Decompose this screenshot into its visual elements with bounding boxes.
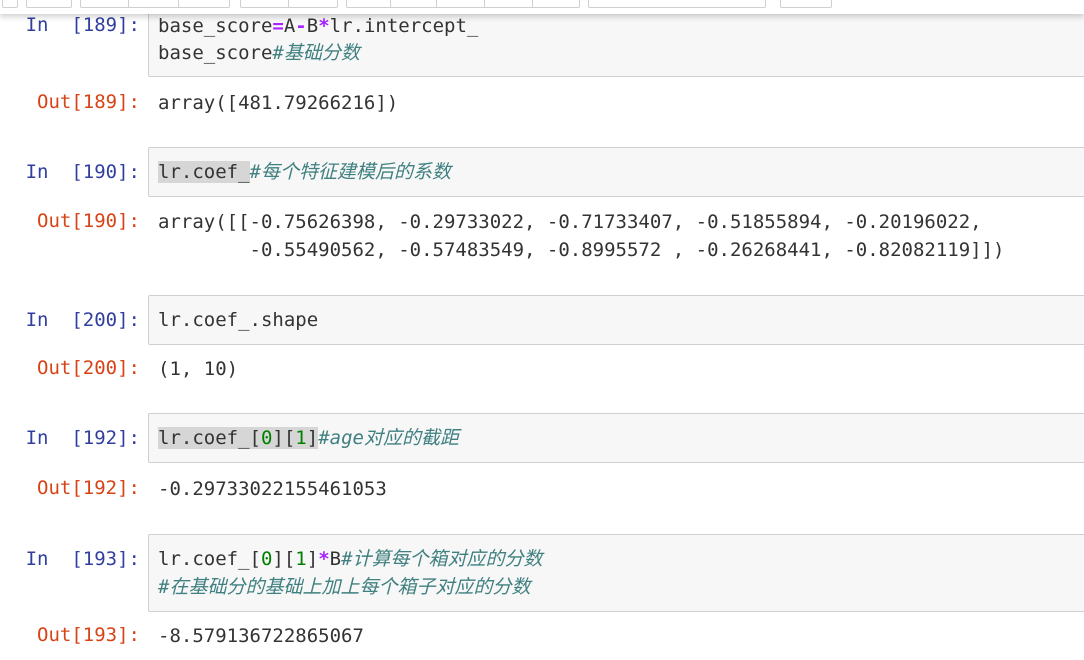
code-line: lr.coef_[0][1]#age对应的截距 xyxy=(158,427,459,449)
toolbar-button[interactable] xyxy=(128,0,180,8)
toolbar-button[interactable] xyxy=(484,0,534,8)
input-prompt: In [190]: xyxy=(25,161,140,183)
output-prompt: Out[193]: xyxy=(37,624,140,646)
toolbar-button[interactable] xyxy=(780,0,832,8)
cell-output: -0.29733022155461053 xyxy=(158,478,387,500)
cell-output: -0.55490562, -0.57483549, -0.8995572 , -… xyxy=(158,239,1005,261)
toolbar-button[interactable] xyxy=(2,0,18,8)
input-prompt: In [200]: xyxy=(25,309,140,331)
code-line: base_score=A-B*lr.intercept_ xyxy=(158,15,479,37)
code-input-area[interactable]: lr.coef_.shape xyxy=(148,295,1084,345)
code-input-area[interactable]: lr.coef_[0][1]*B#计算每个箱对应的分数 #在基础分的基础上加上每… xyxy=(148,534,1084,612)
input-prompt: In [189]: xyxy=(25,14,140,36)
toolbar-button[interactable] xyxy=(240,0,290,8)
code-line: lr.coef_.shape xyxy=(158,309,319,331)
toolbar-button[interactable] xyxy=(26,0,72,8)
output-prompt: Out[200]: xyxy=(37,357,140,379)
notebook-toolbar xyxy=(0,0,1084,14)
cell-output: array([[-0.75626398, -0.29733022, -0.717… xyxy=(158,211,982,233)
input-prompt: In [192]: xyxy=(25,427,140,449)
code-line: #在基础分的基础上加上每个箱子对应的分数 xyxy=(158,576,531,598)
cell-output: array([481.79266216]) xyxy=(158,92,399,114)
toolbar-button[interactable] xyxy=(346,0,392,8)
toolbar-button[interactable] xyxy=(288,0,338,8)
cell-type-select[interactable] xyxy=(588,0,766,8)
output-prompt: Out[190]: xyxy=(37,210,140,232)
code-line: lr.coef_#每个特征建模后的系数 xyxy=(158,161,451,183)
cell-output: (1, 10) xyxy=(158,358,239,380)
toolbar-button[interactable] xyxy=(436,0,486,8)
toolbar-button[interactable] xyxy=(80,0,130,8)
output-prompt: Out[192]: xyxy=(37,477,140,499)
code-line: base_score#基础分数 xyxy=(158,42,360,64)
code-input-area[interactable]: lr.coef_#每个特征建模后的系数 xyxy=(148,147,1084,197)
output-prompt: Out[189]: xyxy=(37,91,140,113)
code-input-area[interactable]: lr.coef_[0][1]#age对应的截距 xyxy=(148,413,1084,463)
input-prompt: In [193]: xyxy=(25,548,140,570)
cell-output: -8.579136722865067 xyxy=(158,625,364,647)
toolbar-button[interactable] xyxy=(532,0,580,8)
toolbar-button[interactable] xyxy=(390,0,438,8)
toolbar-button[interactable] xyxy=(178,0,230,8)
code-line: lr.coef_[0][1]*B#计算每个箱对应的分数 xyxy=(158,548,543,570)
code-input-area[interactable]: base_score=A-B*lr.intercept_ base_score#… xyxy=(148,11,1084,77)
